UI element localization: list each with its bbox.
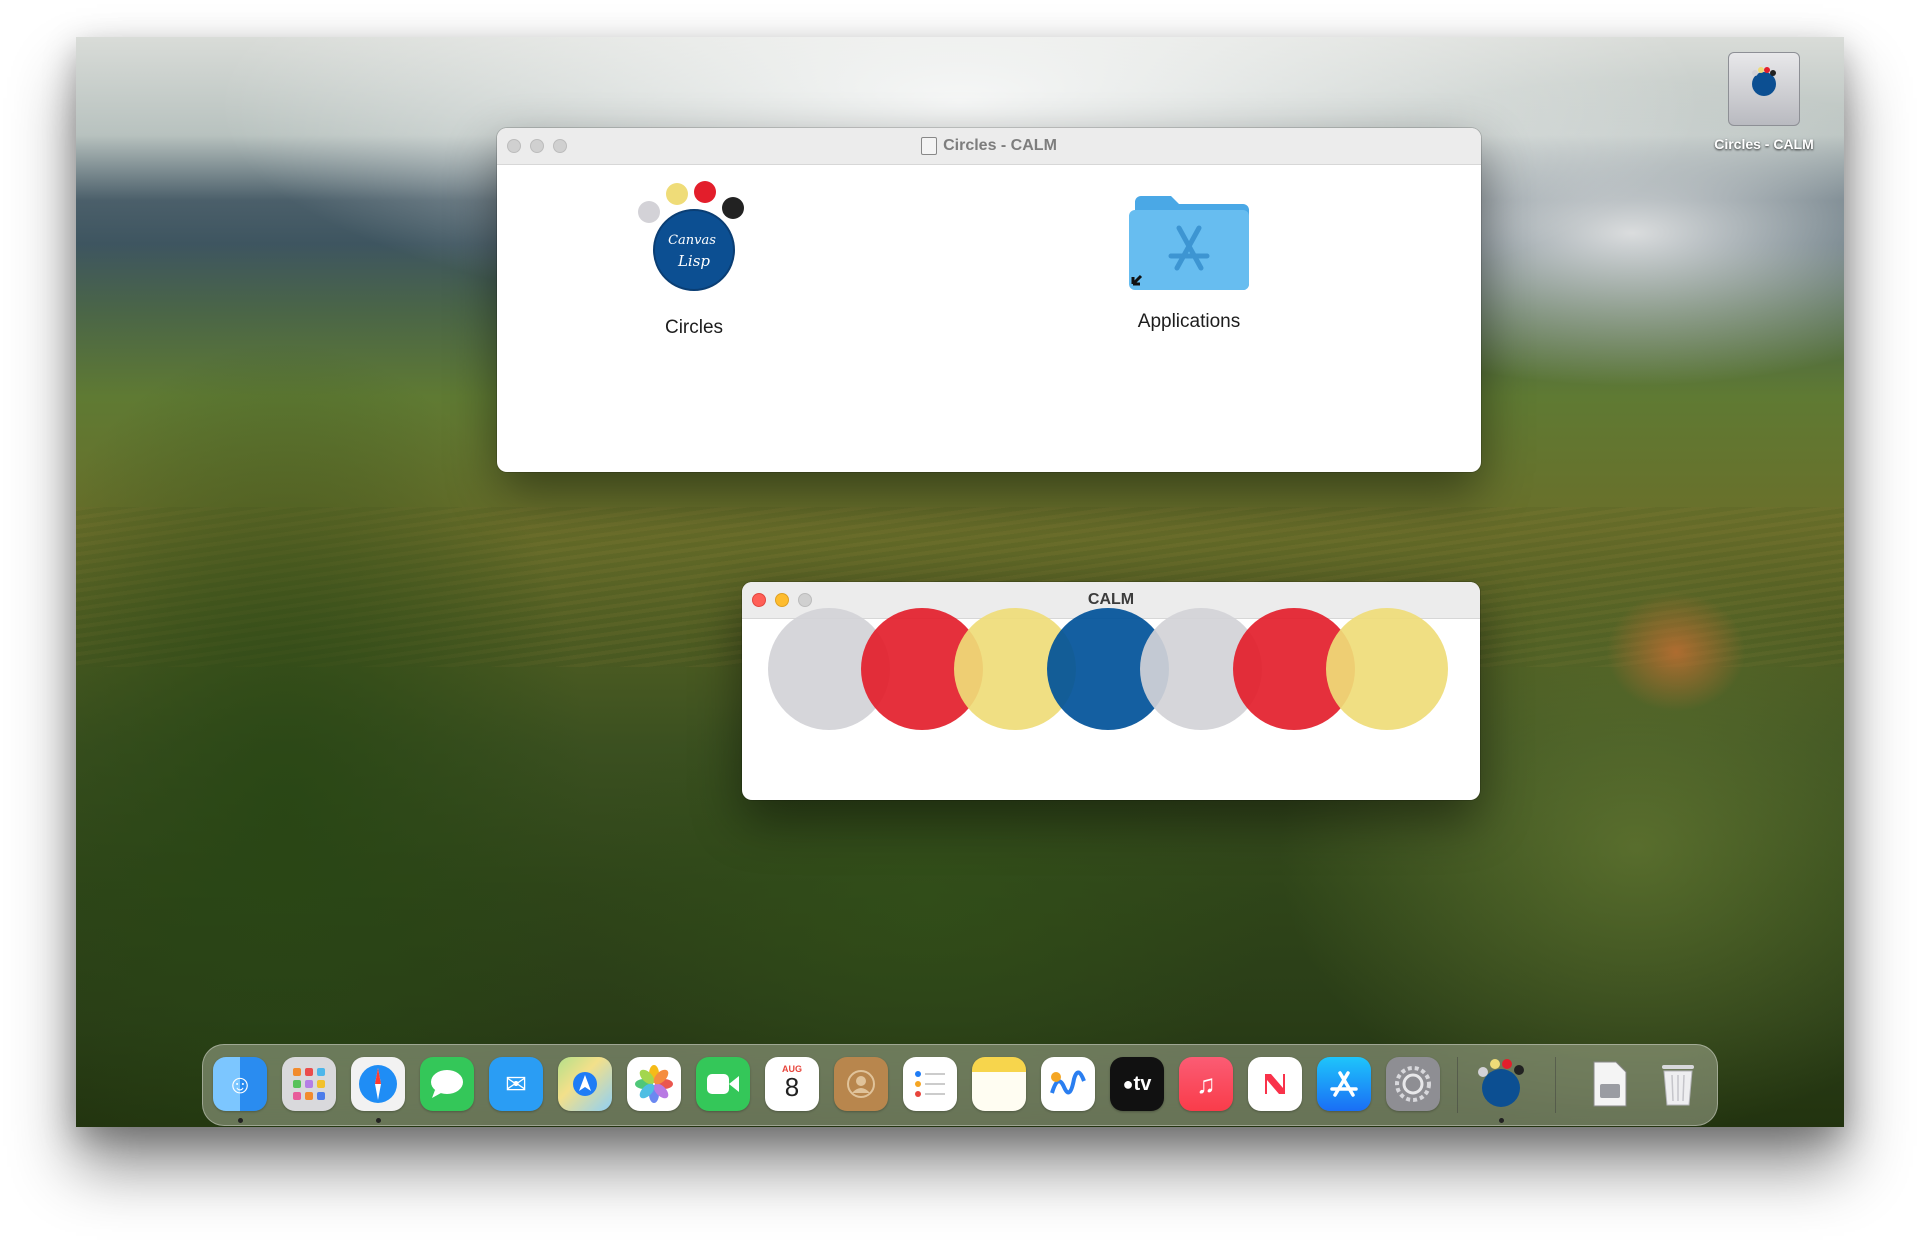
circles-canvas <box>768 608 1468 730</box>
canvas-lisp-logo-icon <box>1752 67 1776 96</box>
mail-icon[interactable]: ✉ <box>489 1057 543 1111</box>
reminders-icon[interactable] <box>903 1057 957 1111</box>
photos-icon[interactable] <box>627 1057 681 1111</box>
wallpaper-tree <box>1606 592 1746 712</box>
contacts-icon[interactable] <box>834 1057 888 1111</box>
calm-title-text: CALM <box>1087 591 1135 608</box>
news-icon[interactable] <box>1248 1057 1302 1111</box>
volume-proxy-icon[interactable] <box>921 137 938 155</box>
facetime-icon[interactable] <box>696 1057 750 1111</box>
minimize-button[interactable] <box>775 593 789 607</box>
calendar-day: 8 <box>784 1072 800 1102</box>
window-controls <box>752 593 812 607</box>
app-store-icon[interactable] <box>1317 1057 1371 1111</box>
freeform-icon[interactable] <box>1041 1057 1095 1111</box>
running-indicator <box>238 1118 243 1123</box>
launchpad-icon[interactable] <box>282 1057 336 1111</box>
running-indicator <box>376 1118 381 1123</box>
circles-app-item[interactable]: Canvas Lisp Circles <box>604 178 784 339</box>
calm-circle <box>1326 608 1448 730</box>
logo-text-bottom: Lisp <box>677 252 710 270</box>
circles-app-icon: Canvas Lisp <box>638 181 744 291</box>
finder-titlebar[interactable]: Circles - CALM <box>497 128 1481 165</box>
tv-label: tv <box>1133 1072 1152 1095</box>
notes-icon[interactable] <box>972 1057 1026 1111</box>
circles-label: Circles <box>664 317 724 338</box>
maps-icon[interactable] <box>558 1057 612 1111</box>
applications-label: Applications <box>1137 311 1241 332</box>
disk-icon <box>1728 52 1800 126</box>
finder-title-text: Circles - CALM <box>943 137 1057 154</box>
desktop-volume-label: Circles - CALM <box>1714 136 1814 152</box>
messages-icon[interactable] <box>420 1057 474 1111</box>
zoom-button[interactable] <box>553 139 567 153</box>
calendar-icon[interactable]: AUG 8 <box>765 1057 819 1111</box>
disk-image-icon[interactable] <box>1583 1057 1637 1111</box>
desktop-volume-icon[interactable]: Circles - CALM <box>1704 52 1824 152</box>
finder-window[interactable]: Circles - CALM Canvas Lisp Circles Appli… <box>497 128 1481 472</box>
window-controls <box>507 139 567 153</box>
logo-text-top: Canvas <box>668 233 716 248</box>
tv-icon[interactable]: ● tv <box>1110 1057 1164 1111</box>
zoom-button[interactable] <box>798 593 812 607</box>
applications-folder-item[interactable]: Applications <box>1099 184 1279 333</box>
close-button[interactable] <box>752 593 766 607</box>
dock-separator <box>1457 1057 1458 1113</box>
trash-icon[interactable] <box>1651 1057 1705 1111</box>
applications-folder-icon <box>1129 196 1249 290</box>
window-title: Circles - CALM <box>921 137 1057 155</box>
dock-separator <box>1555 1057 1556 1113</box>
close-button[interactable] <box>507 139 521 153</box>
running-indicator <box>1499 1118 1504 1123</box>
safari-icon[interactable] <box>351 1057 405 1111</box>
music-icon[interactable]: ♫ <box>1179 1057 1233 1111</box>
finder-icon[interactable]: ☺ <box>213 1057 267 1111</box>
circles-app-dock-icon[interactable] <box>1474 1057 1528 1111</box>
minimize-button[interactable] <box>530 139 544 153</box>
dock: ☺ ✉ AUG 8 ● tv ♫ <box>202 1044 1718 1126</box>
system-settings-icon[interactable] <box>1386 1057 1440 1111</box>
calm-window[interactable]: CALM <box>742 582 1480 800</box>
